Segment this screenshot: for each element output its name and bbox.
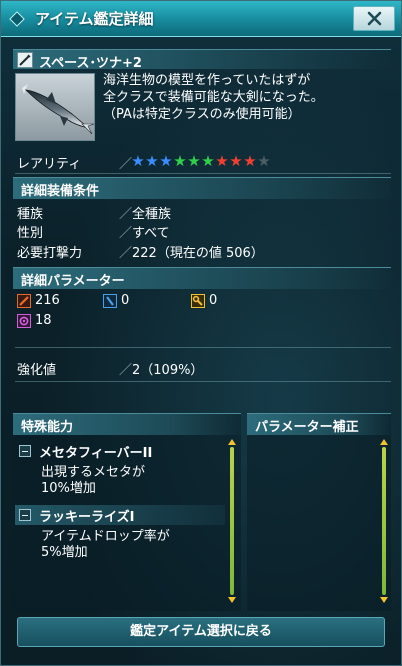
scroll-thumb[interactable] bbox=[230, 447, 234, 595]
race-separator: ／ bbox=[119, 207, 133, 222]
rarity-star-icon: ★ bbox=[215, 152, 229, 170]
enhance-separator: ／ bbox=[119, 363, 133, 378]
technique-attack-param: 0 bbox=[191, 293, 271, 309]
striking-attack-param: 216 bbox=[17, 293, 97, 309]
scroll-up-arrow-icon[interactable] bbox=[228, 439, 236, 445]
rarity-star-icon: ★ bbox=[131, 152, 145, 170]
ability-description: 出現するメセタが 10%増加 bbox=[41, 465, 145, 497]
ranged-attack-param: 0 bbox=[103, 293, 183, 309]
ranged-attack-value: 0 bbox=[121, 293, 130, 308]
race-label: 種族 bbox=[17, 207, 44, 222]
gender-separator: ／ bbox=[119, 226, 133, 241]
tuna-sword-icon bbox=[22, 84, 94, 135]
item-appraisal-window: アイテム鑑定詳細 スペース･ツナ+2 海洋生物の模型を作っていたはずが 全クラス… bbox=[0, 0, 402, 666]
parameters-header: 詳細パラメーター bbox=[13, 267, 391, 289]
window-title: アイテム鑑定詳細 bbox=[35, 10, 154, 28]
gender-label: 性別 bbox=[17, 226, 44, 241]
back-to-selection-button[interactable]: 鑑定アイテム選択に戻る bbox=[17, 617, 385, 647]
title-bar: アイテム鑑定詳細 bbox=[1, 1, 401, 37]
required-striking-value: 222（現在の値 506） bbox=[132, 246, 264, 261]
ability-name: メセタフィーバーII bbox=[39, 446, 153, 461]
collapse-icon[interactable] bbox=[19, 445, 31, 457]
rarity-star-icon: ★ bbox=[187, 152, 201, 170]
dexterity-value: 18 bbox=[35, 313, 52, 328]
rarity-star-icon: ★ bbox=[145, 152, 159, 170]
rarity-star-icon: ★ bbox=[173, 152, 187, 170]
dexterity-icon bbox=[17, 314, 31, 328]
rarity-label: レアリティ bbox=[17, 157, 82, 172]
divider bbox=[15, 381, 391, 382]
divider bbox=[15, 347, 391, 348]
ability-desc-line: 5%増加 bbox=[41, 545, 88, 560]
required-striking-row: 必要打撃力 ／ 222（現在の値 506） bbox=[17, 242, 397, 261]
enhance-row: 強化値 ／ 2（109%） bbox=[17, 359, 397, 378]
rarity-star-icon: ★ bbox=[159, 152, 173, 170]
enhance-label: 強化値 bbox=[17, 363, 57, 378]
gender-value: すべて bbox=[132, 226, 170, 241]
required-striking-separator: ／ bbox=[119, 246, 133, 261]
rarity-star-icon: ★ bbox=[201, 152, 215, 170]
divider bbox=[15, 173, 391, 174]
ability-item[interactable]: ラッキーライズI bbox=[15, 505, 225, 525]
race-value: 全種族 bbox=[132, 207, 172, 222]
param-correction-header: パラメーター補正 bbox=[247, 413, 391, 435]
ability-desc-line: 出現するメセタが bbox=[41, 465, 146, 480]
race-row: 種族 ／ 全種族 bbox=[17, 203, 397, 222]
item-name: スペース･ツナ+2 bbox=[39, 56, 142, 71]
requirements-header: 詳細装備条件 bbox=[13, 177, 391, 199]
rarity-star-icon: ★ bbox=[229, 152, 243, 170]
scroll-thumb[interactable] bbox=[382, 447, 386, 595]
sword-category-icon bbox=[17, 52, 33, 68]
param-correction-scrollbar[interactable] bbox=[380, 439, 388, 603]
description-line: 海洋生物の模型を作っていたはずが bbox=[103, 73, 311, 88]
item-description: 海洋生物の模型を作っていたはずが 全クラスで装備可能な大剣になった。 （PAは特… bbox=[103, 72, 393, 123]
striking-attack-value: 216 bbox=[35, 293, 60, 308]
enhance-value: 2（109%） bbox=[132, 363, 204, 378]
required-striking-label: 必要打撃力 bbox=[17, 246, 83, 261]
gender-row: 性別 ／ すべて bbox=[17, 222, 397, 241]
title-diamond-icon bbox=[9, 11, 25, 27]
ability-desc-line: 10%増加 bbox=[41, 481, 96, 496]
ability-item[interactable]: メセタフィーバーII bbox=[15, 441, 225, 461]
scroll-down-arrow-icon[interactable] bbox=[380, 597, 388, 603]
ability-description: アイテムドロップ率が 5%増加 bbox=[41, 529, 170, 561]
rarity-star-icon: ★ bbox=[257, 152, 271, 170]
abilities-scrollbar[interactable] bbox=[228, 439, 236, 603]
item-name-bar: スペース･ツナ+2 bbox=[13, 49, 391, 71]
close-icon bbox=[367, 11, 382, 26]
param-correction-panel bbox=[247, 413, 391, 611]
technique-attack-value: 0 bbox=[209, 293, 218, 308]
special-abilities-header: 特殊能力 bbox=[13, 413, 241, 435]
ranged-attack-icon bbox=[103, 294, 117, 308]
scroll-down-arrow-icon[interactable] bbox=[228, 597, 236, 603]
ability-desc-line: アイテムドロップ率が bbox=[41, 529, 170, 544]
rarity-stars: ★ ★ ★ ★ ★ ★ ★ ★ ★ ★ bbox=[131, 152, 271, 170]
rarity-star-icon: ★ bbox=[243, 152, 257, 170]
scroll-up-arrow-icon[interactable] bbox=[380, 439, 388, 445]
ability-name: ラッキーライズI bbox=[39, 510, 135, 525]
description-line: （PAは特定クラスのみ使用可能） bbox=[103, 107, 301, 122]
technique-attack-icon bbox=[191, 294, 205, 308]
striking-attack-icon bbox=[17, 294, 31, 308]
description-line: 全クラスで装備可能な大剣になった。 bbox=[103, 90, 324, 105]
dexterity-param: 18 bbox=[17, 313, 97, 329]
collapse-icon[interactable] bbox=[19, 509, 31, 521]
item-image bbox=[15, 73, 95, 141]
close-button[interactable] bbox=[353, 6, 395, 31]
